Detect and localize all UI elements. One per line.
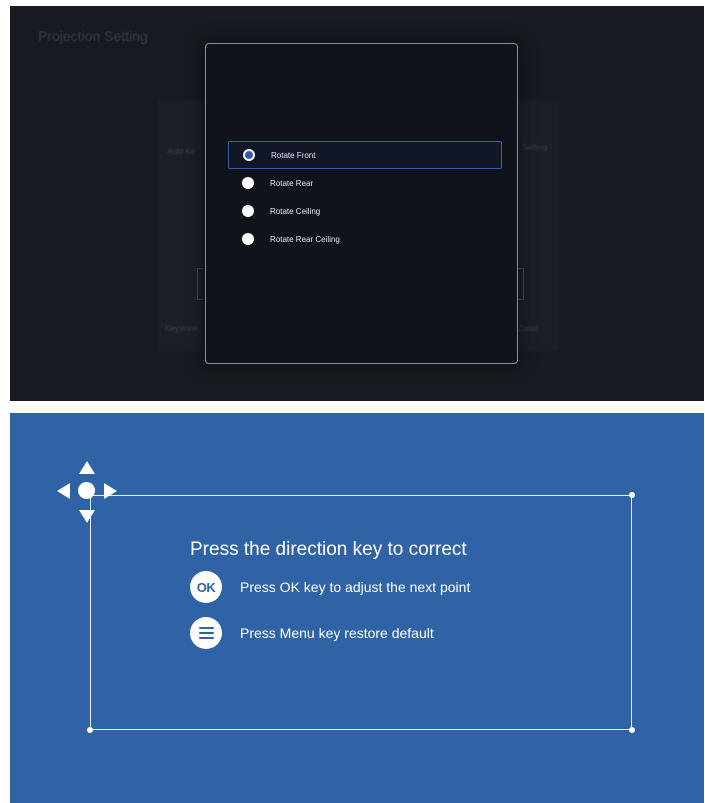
option-label: Rotate Ceiling <box>270 206 321 216</box>
option-label: Rotate Front <box>271 150 316 160</box>
background-label-zoom: Zoom <box>518 324 539 333</box>
background-label-auto-keystone: Auto Ke <box>167 147 196 156</box>
ok-hint-text: Press OK key to adjust the next point <box>240 579 471 595</box>
option-rotate-rear[interactable]: Rotate Rear <box>228 169 502 197</box>
ok-key-icon: OK <box>190 571 222 603</box>
background-label-setting: Setting <box>522 143 547 152</box>
keystone-correction-screen: Press the direction key to correct OK Pr… <box>10 413 704 803</box>
menu-hint: Press Menu key restore default <box>190 617 434 649</box>
projection-mode-dialog: Rotate Front Rotate Rear Rotate Ceiling … <box>205 43 518 364</box>
corner-point-bottom-left[interactable] <box>87 727 93 733</box>
option-rotate-ceiling[interactable]: Rotate Ceiling <box>228 197 502 225</box>
arrow-down-icon <box>79 510 95 523</box>
dpad-arrows-icon <box>56 459 118 523</box>
menu-hint-text: Press Menu key restore default <box>240 625 434 641</box>
radio-unselected-icon[interactable] <box>242 205 254 217</box>
ok-hint: OK Press OK key to adjust the next point <box>190 571 470 603</box>
projection-frame <box>90 495 632 730</box>
radio-selected-icon[interactable] <box>243 149 255 161</box>
arrow-right-icon <box>104 483 117 499</box>
background-bracket-left <box>197 268 203 300</box>
option-label: Rotate Rear Ceiling <box>270 234 340 244</box>
arrow-up-icon <box>79 461 95 474</box>
arrow-left-icon <box>57 483 70 499</box>
corner-point-bottom-right[interactable] <box>629 727 635 733</box>
radio-unselected-icon[interactable] <box>242 177 254 189</box>
option-rotate-front[interactable]: Rotate Front <box>228 141 502 169</box>
projection-setting-screen: Projection Setting Auto Ke Setting Keyst… <box>10 6 704 401</box>
background-page-title: Projection Setting <box>38 28 148 44</box>
option-rotate-rear-ceiling[interactable]: Rotate Rear Ceiling <box>228 225 502 253</box>
background-label-keystone: Keystone <box>165 324 199 333</box>
corner-point-top-right[interactable] <box>629 492 635 498</box>
menu-key-icon <box>190 617 222 649</box>
radio-unselected-icon[interactable] <box>242 233 254 245</box>
option-label: Rotate Rear <box>270 178 314 188</box>
projection-options-list: Rotate Front Rotate Rear Rotate Ceiling … <box>228 141 502 253</box>
menu-lines-icon <box>198 627 214 639</box>
dpad-center-dot <box>78 482 95 499</box>
background-bracket-right <box>518 268 524 300</box>
correction-instruction: Press the direction key to correct <box>190 539 467 560</box>
ok-key-label: OK <box>196 579 216 595</box>
